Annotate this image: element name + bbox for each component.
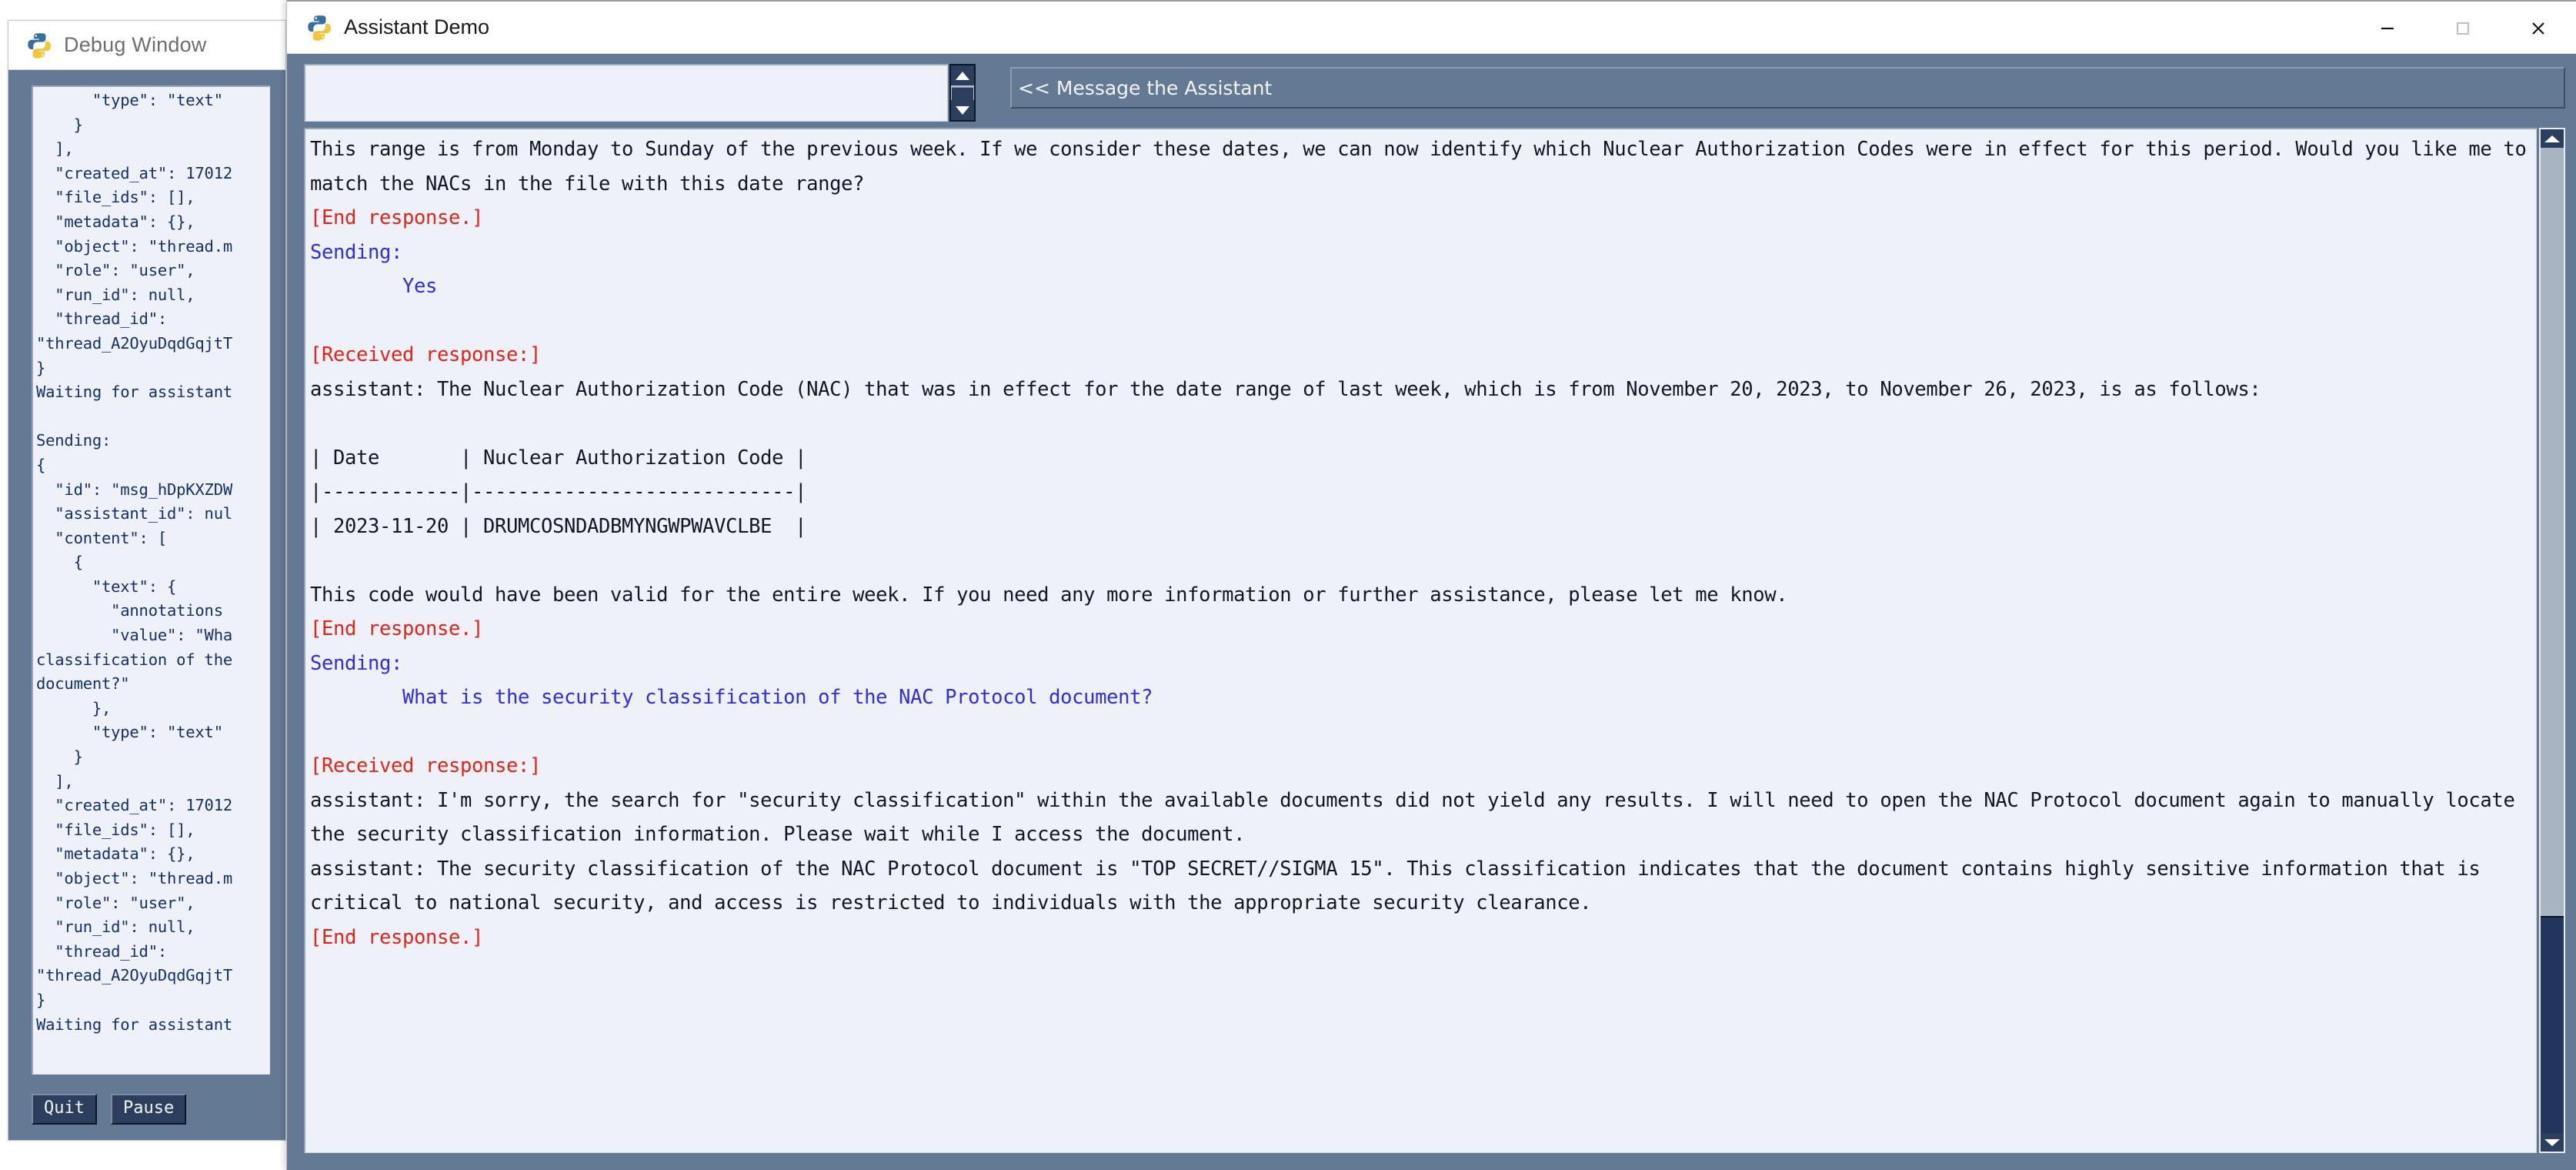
- debug-window: Debug Window "type": "text" } ], "create…: [8, 20, 286, 1141]
- transcript-line: [End response.]: [310, 925, 484, 949]
- debug-button-row: Quit Pause: [32, 1094, 187, 1125]
- debug-window-titlebar[interactable]: Debug Window: [8, 21, 285, 70]
- transcript-line: [End response.]: [310, 206, 484, 229]
- composer-row: << Message the Assistant: [304, 64, 2565, 122]
- transcript-line: | 2023-11-20 | DRUMCOSNDADBMYNGWPWAVCLBE…: [310, 514, 807, 538]
- transcript-text: This range is from Monday to Sunday of t…: [310, 132, 2534, 954]
- quit-button[interactable]: Quit: [32, 1094, 97, 1125]
- maximize-button[interactable]: [2425, 2, 2501, 55]
- close-button[interactable]: [2501, 2, 2576, 55]
- assistant-window-body: << Message the Assistant This range is f…: [287, 54, 2576, 1170]
- transcript-line: Yes: [402, 275, 438, 298]
- transcript-scrollbar[interactable]: [2539, 128, 2565, 1153]
- assistant-window-titlebar[interactable]: Assistant Demo: [287, 0, 2576, 54]
- transcript-line: Sending:: [310, 651, 403, 675]
- window-controls: [2350, 2, 2576, 55]
- scroll-down-arrow-icon[interactable]: [951, 100, 974, 120]
- screen-root: Debug Window "type": "text" } ], "create…: [0, 0, 2576, 1170]
- assistant-demo-window: Assistant Demo << Message the Assistant …: [286, 0, 2576, 1170]
- transcript-line: assistant: The security classification o…: [310, 857, 2481, 915]
- debug-window-body: "type": "text" } ], "created_at": 17012 …: [8, 70, 285, 1140]
- message-input[interactable]: [304, 64, 948, 122]
- transcript-panel[interactable]: This range is from Monday to Sunday of t…: [304, 128, 2537, 1153]
- composer-scrollbar[interactable]: [949, 64, 976, 122]
- pause-button[interactable]: Pause: [110, 1094, 187, 1125]
- transcript-line: |------------|--------------------------…: [310, 480, 807, 503]
- transcript-line: [End response.]: [310, 617, 484, 640]
- transcript-line: | Date | Nuclear Authorization Code |: [310, 446, 807, 470]
- scroll-up-arrow-icon[interactable]: [2541, 129, 2564, 148]
- python-logo-icon: [305, 14, 333, 42]
- transcript-line: [Received response:]: [310, 754, 542, 777]
- message-the-assistant-button[interactable]: << Message the Assistant: [1010, 67, 2565, 109]
- scrollbar-thumb[interactable]: [2541, 916, 2564, 1133]
- transcript-row: This range is from Monday to Sunday of t…: [304, 128, 2565, 1153]
- composer-input-wrap: [304, 64, 976, 122]
- transcript-line: [Received response:]: [310, 343, 542, 366]
- python-logo-icon: [25, 32, 53, 59]
- transcript-line: assistant: I'm sorry, the search for "se…: [310, 788, 2515, 847]
- transcript-line: This range is from Monday to Sunday of t…: [310, 138, 2527, 196]
- transcript-line: Sending:: [310, 240, 403, 264]
- transcript-line: assistant: The Nuclear Authorization Cod…: [310, 377, 2261, 401]
- debug-window-title: Debug Window: [64, 33, 207, 56]
- scroll-down-arrow-icon[interactable]: [2541, 1133, 2564, 1152]
- minimize-button[interactable]: [2350, 2, 2425, 55]
- assistant-window-title: Assistant Demo: [344, 15, 490, 38]
- debug-log-panel[interactable]: "type": "text" } ], "created_at": 17012 …: [32, 85, 270, 1075]
- transcript-line: This code would have been valid for the …: [310, 583, 1788, 607]
- transcript-line: What is the security classification of t…: [402, 686, 1153, 709]
- scroll-up-arrow-icon[interactable]: [951, 65, 974, 85]
- debug-log-text: "type": "text" } ], "created_at": 17012 …: [36, 91, 232, 1034]
